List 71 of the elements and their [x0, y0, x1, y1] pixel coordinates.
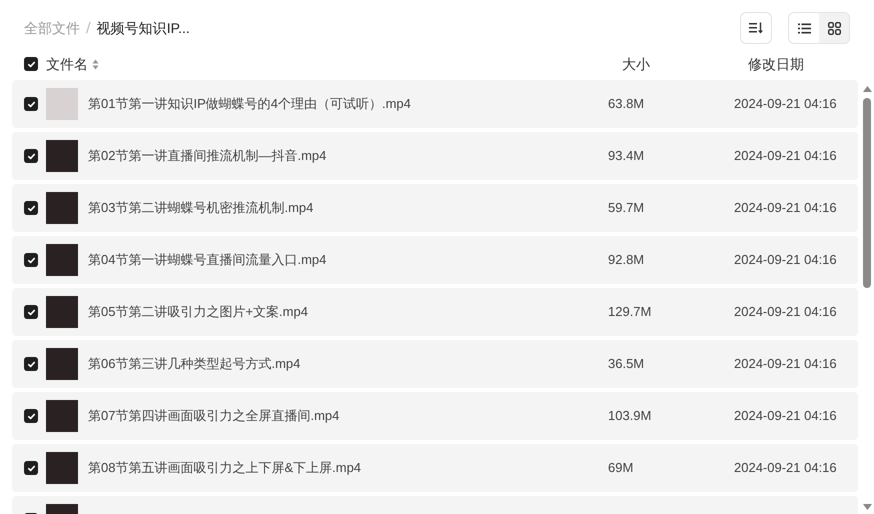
- file-name[interactable]: 第01节第一讲知识IP做蝴蝶号的4个理由（可试听）.mp4: [88, 94, 608, 114]
- file-size: 129.7M: [608, 303, 652, 322]
- checkmark-icon: [26, 100, 36, 108]
- checkmark-icon: [26, 464, 36, 472]
- list-view-icon: [798, 22, 810, 34]
- view-mode-button[interactable]: [819, 13, 849, 43]
- sort-arrows-icon[interactable]: [92, 58, 99, 70]
- modified-date: 2024-09-21 04:16: [734, 459, 838, 478]
- modified-date: 2024-09-21 04:16: [734, 251, 838, 270]
- file-name[interactable]: 第04节第一讲蝴蝶号直播间流量入口.mp4: [88, 250, 608, 270]
- checkmark-icon: [26, 412, 36, 420]
- modified-date: 2024-09-21 04:16: [734, 95, 838, 114]
- checkbox[interactable]: [24, 201, 38, 215]
- checkmark-icon: [26, 152, 36, 160]
- checkbox[interactable]: [24, 357, 38, 371]
- file-row[interactable]: 第07节第四讲画面吸引力之全屏直播间.mp4 103.9M 2024-09-21 04:16: [12, 392, 858, 440]
- column-header[interactable]: 文件名: [46, 54, 88, 74]
- video-thumbnail: [46, 296, 78, 328]
- sort-icon: [749, 22, 763, 34]
- checkbox[interactable]: [24, 57, 38, 71]
- file-size: 59.7M: [608, 199, 646, 218]
- file-size: 69M: [608, 459, 634, 478]
- breadcrumb-item[interactable]: 视频号知识IP...: [96, 18, 190, 38]
- modified-date: 2024-09-21 04:16: [734, 407, 838, 426]
- video-thumbnail: [46, 244, 78, 276]
- file-row[interactable]: 第03节第二讲蝴蝶号机密推流机制.mp4 59.7M 2024-09-21 04:16: [12, 184, 858, 232]
- checkmark-icon: [26, 360, 36, 368]
- file-row[interactable]: 第04节第一讲蝴蝶号直播间流量入口.mp4 92.8M 2024-09-21 04:16: [12, 236, 858, 284]
- file-row[interactable]: 第01节第一讲知识IP做蝴蝶号的4个理由（可试听）.mp4 63.8M 2024-09-21 04:16: [12, 80, 858, 128]
- file-size: 93.4M: [608, 147, 646, 166]
- checkbox[interactable]: [24, 149, 38, 163]
- checkmark-icon: [26, 308, 36, 316]
- file-name[interactable]: 第03节第二讲蝴蝶号机密推流机制.mp4: [88, 198, 608, 218]
- file-name[interactable]: 第05节第二讲吸引力之图片+文案.mp4: [88, 302, 608, 322]
- grid-view-icon: [828, 22, 840, 34]
- modified-date: 2024-09-21 04:16: [734, 303, 838, 322]
- sort-button[interactable]: [740, 12, 772, 44]
- video-thumbnail: [46, 452, 78, 484]
- video-thumbnail: [46, 192, 78, 224]
- file-size: 92.8M: [608, 251, 646, 270]
- checkbox[interactable]: [24, 305, 38, 319]
- file-size: 103.9M: [608, 407, 652, 426]
- modified-date: 2024-09-21 04:16: [734, 355, 838, 374]
- scroll-up-icon[interactable]: [862, 86, 872, 92]
- file-name[interactable]: 第08节第五讲画面吸引力之上下屏&下上屏.mp4: [88, 458, 608, 478]
- file-size: 63.8M: [608, 95, 646, 114]
- column-header: 修改日期: [748, 54, 805, 74]
- breadcrumb-separator: /: [86, 18, 91, 38]
- checkbox[interactable]: [24, 253, 38, 267]
- checkbox[interactable]: [24, 409, 38, 423]
- file-row[interactable]: 第06节第三讲几种类型起号方式.mp4 36.5M 2024-09-21 04:16: [12, 340, 858, 388]
- file-row[interactable]: 第08节第五讲画面吸引力之上下屏&下上屏.mp4 69M 2024-09-21 04:16: [12, 444, 858, 492]
- scroll-down-icon[interactable]: [862, 504, 872, 510]
- checkbox[interactable]: [24, 461, 38, 475]
- checkbox[interactable]: [24, 97, 38, 111]
- file-size: 36.5M: [608, 355, 646, 374]
- file-name[interactable]: 第07节第四讲画面吸引力之全屏直播间.mp4: [88, 406, 608, 426]
- file-row[interactable]: 第05节第二讲吸引力之图片+文案.mp4 129.7M 2024-09-21 04:16: [12, 288, 858, 336]
- checkmark-icon: [26, 204, 36, 212]
- modified-date: 2024-09-21 04:16: [734, 199, 838, 218]
- file-name[interactable]: 第06节第三讲几种类型起号方式.mp4: [88, 354, 608, 374]
- checkmark-icon: [26, 60, 36, 68]
- video-thumbnail: [46, 88, 78, 120]
- modified-date: 2024-09-21 04:16: [734, 147, 838, 166]
- video-thumbnail: [46, 348, 78, 380]
- file-name[interactable]: 第02节第一讲直播间推流机制—抖音.mp4: [88, 146, 608, 166]
- column-header: 大小: [622, 54, 651, 74]
- file-row[interactable]: 第02节第一讲直播间推流机制—抖音.mp4 93.4M 2024-09-21 04:16: [12, 132, 858, 180]
- video-thumbnail: [46, 400, 78, 432]
- checkmark-icon: [26, 256, 36, 264]
- video-thumbnail: [46, 140, 78, 172]
